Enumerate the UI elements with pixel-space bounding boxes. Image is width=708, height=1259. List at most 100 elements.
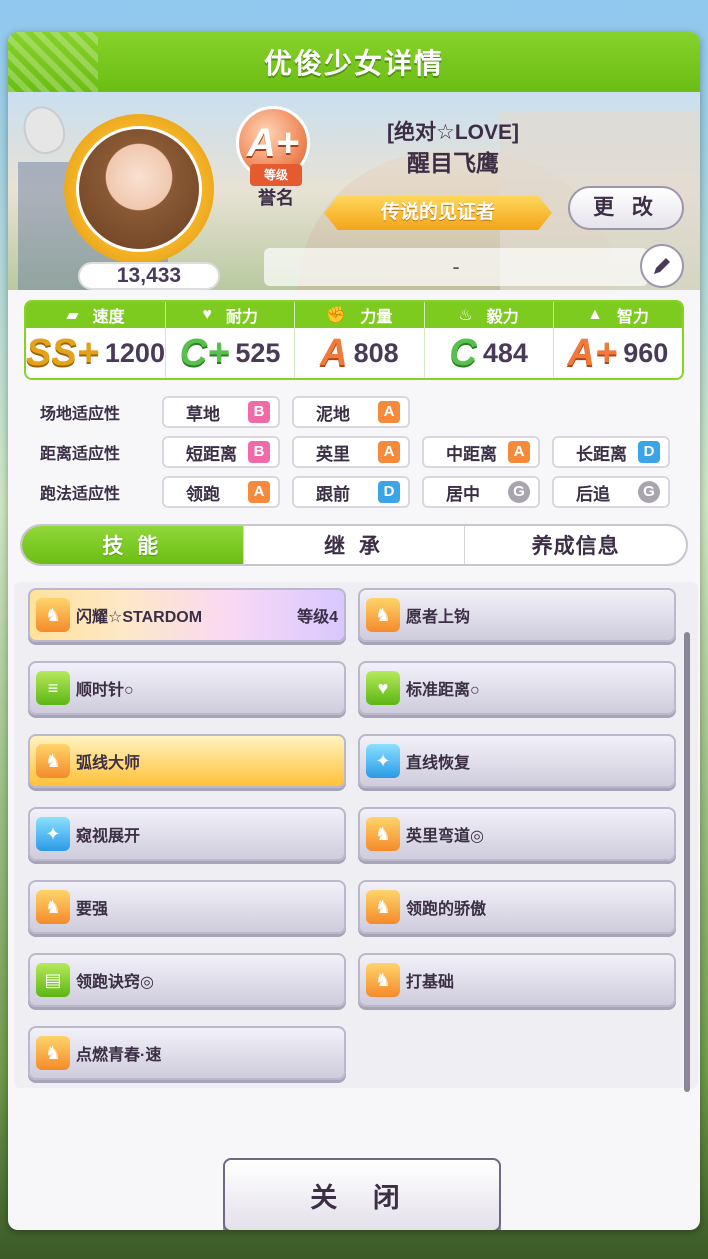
aptitude-grade: A xyxy=(378,401,400,423)
aptitude-label: 跑法适应性 xyxy=(40,486,121,503)
stat-label: 智力 xyxy=(616,309,649,326)
skill-name: 愿者上钩 xyxy=(406,609,471,626)
aptitude-cell: 长距离 D xyxy=(552,436,670,468)
aptitude-grade: A xyxy=(508,441,530,463)
skill-name: 点燃青春·速 xyxy=(76,1047,162,1064)
stat-value: 525 xyxy=(235,337,281,368)
panel-title: 优俊少女详情 xyxy=(8,32,700,92)
stat-value: 960 xyxy=(623,337,669,368)
skill-item[interactable]: ♞ 要强 xyxy=(28,880,346,934)
skill-item[interactable]: ♞ 打基础 xyxy=(358,953,676,1007)
tab-inheritance[interactable]: 继 承 xyxy=(244,526,466,564)
skill-item[interactable]: ✦ 窥视展开 xyxy=(28,807,346,861)
speed-lines-icon: ≡ xyxy=(36,671,70,705)
change-title-button[interactable]: 更 改 xyxy=(568,186,684,230)
stat-grade: SS+ xyxy=(26,331,99,374)
rank-caption: 誉名 xyxy=(258,188,294,208)
horse-icon: ♞ xyxy=(366,598,400,632)
aptitude-cell: 泥地 A xyxy=(292,396,410,428)
skill-item[interactable]: ♞ 闪耀☆STARDOM 等级4 xyxy=(28,588,346,642)
skill-name: 直线恢复 xyxy=(406,755,471,772)
stat-label: 力量 xyxy=(360,309,393,326)
detail-tabs: 技 能 继 承 养成信息 xyxy=(20,524,688,566)
muscle-icon: ✊ xyxy=(326,307,347,324)
stats-table: ▰ 速度 SS+ 1200 ♥ 耐力 C+ 525 ✊ 力量 A 808 ♨ 毅力 C 484 … xyxy=(24,300,684,380)
aptitude-name: 后追 xyxy=(576,484,610,504)
stat-label: 速度 xyxy=(92,309,125,326)
stat-value: 1200 xyxy=(104,337,165,368)
close-button[interactable]: 关 闭 xyxy=(223,1158,501,1230)
skill-item[interactable]: ♞ 愿者上钩 xyxy=(358,588,676,642)
aptitude-name: 领跑 xyxy=(186,484,220,504)
graduation-cap-icon: ▲ xyxy=(586,306,603,323)
avatar-frame[interactable] xyxy=(64,114,214,264)
aptitude-name: 居中 xyxy=(446,484,480,504)
tab-training-info[interactable]: 养成信息 xyxy=(465,526,686,564)
skill-item[interactable]: ♞ 领跑的骄傲 xyxy=(358,880,676,934)
stat-grade: C+ xyxy=(179,331,230,374)
stat-power: ✊ 力量 A 808 xyxy=(295,302,425,378)
stat-stamina: ♥ 耐力 C+ 525 xyxy=(165,302,296,378)
sparkle-icon: ✦ xyxy=(36,817,70,851)
tab-skills[interactable]: 技 能 xyxy=(22,526,244,564)
skills-scrollbar[interactable] xyxy=(684,632,690,1092)
horse-icon: ♞ xyxy=(366,963,400,997)
stat-guts: ♨ 毅力 C 484 xyxy=(424,302,554,378)
aptitude-name: 中距离 xyxy=(446,444,497,464)
aptitude-label: 距离适应性 xyxy=(40,446,121,463)
skill-item[interactable]: ✦ 直线恢复 xyxy=(358,734,676,788)
skill-name: 顺时针○ xyxy=(76,682,134,699)
character-epithet: [绝对☆LOVE] xyxy=(387,121,519,144)
stat-speed: ▰ 速度 SS+ 1200 xyxy=(26,302,166,378)
fan-count: 13,433 xyxy=(78,262,220,290)
avatar xyxy=(76,126,202,252)
title-ribbon: 传说的见证者 xyxy=(324,196,552,230)
shoe-icon: ▰ xyxy=(66,307,79,324)
skill-name: 领跑诀窍◎ xyxy=(76,974,154,991)
stat-value: 484 xyxy=(482,337,528,368)
stat-label: 毅力 xyxy=(486,309,519,326)
aptitude-cell: 中距离 A xyxy=(422,436,540,468)
pencil-icon xyxy=(654,258,670,274)
aptitude-name: 短距离 xyxy=(186,444,237,464)
book-icon: ▤ xyxy=(36,963,70,997)
aptitude-name: 英里 xyxy=(316,444,350,464)
skill-item[interactable]: ♞ 弧线大师 xyxy=(28,734,346,788)
style-aptitude-row: 跑法适应性 领跑 A 跟前 D 居中 G 后追 G xyxy=(24,472,694,512)
edit-comment-button[interactable] xyxy=(640,244,684,288)
aptitude-grade: B xyxy=(248,401,270,423)
horse-icon: ♞ xyxy=(36,1036,70,1070)
heart-icon: ♥ xyxy=(202,306,212,323)
aptitude-cell: 跟前 D xyxy=(292,476,410,508)
horse-icon: ♞ xyxy=(36,598,70,632)
rank-badge-label: 等级 xyxy=(250,164,302,186)
skill-item[interactable]: ≡ 顺时针○ xyxy=(28,661,346,715)
skill-name: 英里弯道◎ xyxy=(406,828,484,845)
aptitude-grade: A xyxy=(248,481,270,503)
skill-item[interactable]: ♞ 点燃青春·速 xyxy=(28,1026,346,1080)
aptitude-cell: 草地 B xyxy=(162,396,280,428)
stat-value: 808 xyxy=(353,337,399,368)
rank-badge: A+ 等级 xyxy=(236,106,318,188)
skill-item[interactable]: ♞ 英里弯道◎ xyxy=(358,807,676,861)
track-aptitude-row: 场地适应性 草地 B 泥地 A xyxy=(24,392,694,432)
skill-item[interactable]: ▤ 领跑诀窍◎ xyxy=(28,953,346,1007)
skill-level: 等级4 xyxy=(297,609,338,626)
aptitude-grade: D xyxy=(638,441,660,463)
horse-icon: ♞ xyxy=(36,744,70,778)
aptitude-cell: 居中 G xyxy=(422,476,540,508)
comment-field: - xyxy=(264,248,648,286)
distance-aptitude-row: 距离适应性 短距离 B 英里 A 中距离 A 长距离 D xyxy=(24,432,694,472)
aptitude-cell: 领跑 A xyxy=(162,476,280,508)
aptitude-name: 草地 xyxy=(186,404,220,424)
aptitude-grade: G xyxy=(638,481,660,503)
aptitude-name: 泥地 xyxy=(316,404,350,424)
aptitude-section: 场地适应性 草地 B 泥地 A 距离适应性 短距离 B 英里 A 中距离 A 长距离 D 跑… xyxy=(24,392,694,512)
skill-name: 要强 xyxy=(76,901,109,918)
profile-header: 13,433 A+ 等级 誉名 [绝对☆LOVE] 醒目飞鹰 传说的见证者 更 … xyxy=(8,92,700,290)
horse-icon: ♞ xyxy=(366,817,400,851)
skill-name: 窥视展开 xyxy=(76,828,141,845)
skill-item[interactable]: ♥ 标准距离○ xyxy=(358,661,676,715)
flame-icon: ♨ xyxy=(458,307,473,324)
aptitude-cell: 短距离 B xyxy=(162,436,280,468)
